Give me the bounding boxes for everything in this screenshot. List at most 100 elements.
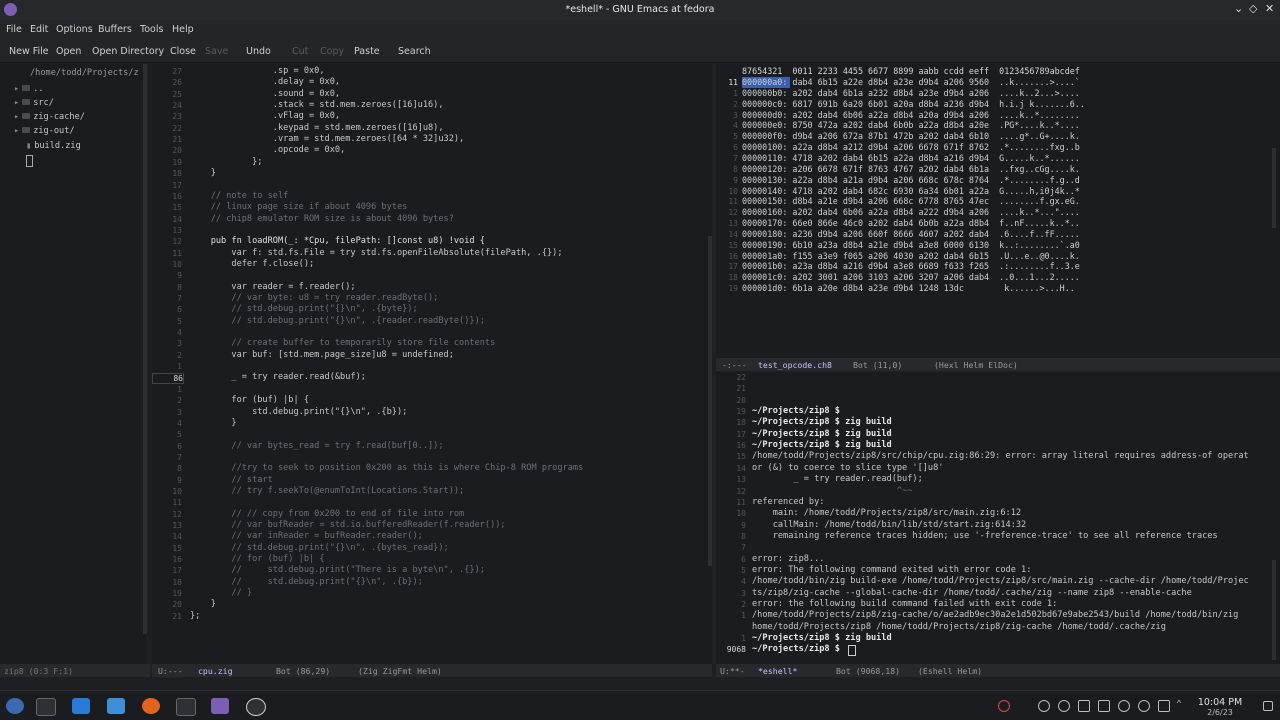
code-line: pub fn loadROM(_: *Cpu, filePath: []cons… [190,236,485,247]
line-number: 20 [736,395,746,405]
line-number: 15 [172,203,182,213]
line-number: 4 [177,328,182,338]
close-button[interactable]: Close [170,46,196,57]
folder-icon [22,127,31,133]
line-number: 11 [172,498,182,508]
app-store-icon[interactable] [72,698,90,714]
line-number: 19 [728,284,738,294]
code-line: var buf: [std.mem.page_size]u8 = undefin… [190,349,454,360]
line-number: 18 [172,577,182,587]
fedora-menu-icon[interactable] [6,698,24,714]
bluetooth-tray-icon[interactable] [1138,700,1150,712]
chevron-right-icon: ▸ [14,84,20,94]
code-line: }; [190,156,263,167]
code-editor[interactable]: 27 .sp = 0x0, 26 .delay = 0x0, 25 .sound =… [152,64,712,664]
show-desktop-icon[interactable] [1263,701,1273,711]
line-number: 10 [736,509,746,519]
code-line: // linux page size if about 4096 bytes [190,202,408,213]
media-tray-icon[interactable] [1038,700,1050,712]
firefox-icon[interactable] [142,698,160,714]
eshell-output-line: callMain: /home/todd/bin/lib/std/start.z… [752,519,1027,530]
sidebar-path: /home/todd/Projects/z [30,68,139,78]
volume-tray-icon[interactable] [1118,700,1130,712]
sidebar-scrollbar[interactable] [143,64,147,634]
sidebar-item-build-zig[interactable]: ▮ build.zig [26,141,81,151]
sidebar-item-parent[interactable]: ▸.. [14,84,44,94]
sidebar-item-src[interactable]: ▸ src/ [14,98,54,108]
line-number: 19 [736,407,746,417]
line-number: 16 [172,191,182,201]
eshell-output-line: /home/todd/bin/zig build-exe /home/todd/… [752,576,1249,587]
paste-button[interactable]: Paste [354,46,380,57]
eshell-output-line: remaining reference traces hidden; use '… [752,530,1218,541]
cut-button[interactable]: Cut [292,46,308,57]
current-code-line: _ = try reader.read(&buf); [190,372,366,383]
menu-buffers[interactable]: Buffers [98,24,132,35]
line-number: 9 [733,175,738,185]
clipboard-tray-icon[interactable] [1078,700,1090,712]
clock[interactable]: 10:04 PM 2/6/23 [1190,697,1250,717]
line-number: 16 [736,441,746,451]
menu-tools[interactable]: Tools [140,24,163,35]
line-number: 3 [741,588,746,598]
chevron-up-icon[interactable]: ⌃ [1176,699,1182,710]
clock-date: 2/6/23 [1207,708,1233,717]
copy-button[interactable]: Copy [320,46,344,57]
line-number: 9 [177,271,182,281]
hexl-row: 000000e0: 8750 472a a202 dab4 6b0b a22a … [742,120,1080,131]
obs-tray-icon[interactable] [1058,700,1070,712]
search-button[interactable]: Search [398,46,431,57]
hexl-pane[interactable]: 87654321 0011 2233 4455 6677 8899 aabb c… [716,64,1280,358]
eshell-pane[interactable]: 22 21 20 19 ~/Projects/zip8 $18 ~/Projects/zi… [716,372,1280,664]
network-tray-icon[interactable] [1158,700,1170,712]
code-line: // var bufReader = std.io.bufferedReader… [190,520,506,530]
obs-icon[interactable] [246,698,266,716]
hexl-row: 00000180: a236 d9b4 a206 660f 8666 4607 … [742,228,1080,239]
line-number: 8 [733,164,738,174]
chevron-down-icon[interactable]: ⌄ [1234,2,1243,15]
line-number: 6 [741,554,746,564]
folder-icon [22,113,31,119]
battery-tray-icon[interactable] [1098,700,1110,712]
code-line: // std.debug.print("{}\n", .{b}); [190,576,423,587]
menu-file[interactable]: File [6,24,22,35]
eshell-prompt-line: ~/Projects/zip8 $ zig build [752,428,892,439]
eshell-scrollbar[interactable] [1272,560,1276,660]
line-number: 2 [741,600,746,609]
open-directory-button[interactable]: Open Directory [92,46,164,57]
line-number: 22 [172,123,182,133]
line-number: 5 [177,316,182,326]
code-line: // var bytes_read = try f.read(buf[0..])… [190,440,444,451]
task-view-icon[interactable] [36,698,56,716]
cursor-box [26,155,33,167]
line-number: 14 [172,214,182,224]
emacs-icon[interactable] [211,698,229,714]
line-number: 13 [172,225,182,235]
line-number: 17 [736,429,746,439]
terminal-icon[interactable] [176,698,196,716]
save-button[interactable]: Save [205,46,228,57]
open-button[interactable]: Open [56,46,81,57]
line-number: 18 [172,169,182,179]
menu-options[interactable]: Options [56,24,93,35]
hexl-scrollbar[interactable] [1272,148,1276,228]
close-icon[interactable]: ✕ [1265,2,1274,15]
code-line: .opcode = 0x0, [190,145,346,156]
undo-button[interactable]: Undo [246,46,271,57]
new-file-button[interactable]: New File [9,46,49,57]
menu-edit[interactable]: Edit [30,24,48,35]
line-number: 16 [728,251,738,261]
file-manager-icon[interactable] [107,698,125,714]
line-number: 17 [728,262,738,272]
eshell-prompt-current[interactable]: ~/Projects/zip8 $ [752,644,845,655]
line-number: 3 [733,110,738,120]
update-tray-icon[interactable] [998,700,1010,712]
sidebar-item-zig-cache[interactable]: ▸ zig-cache/ [14,112,85,122]
menu-help[interactable]: Help [172,24,194,35]
line-number: 13 [736,475,746,485]
sidebar-item-zig-out[interactable]: ▸ zig-out/ [14,126,75,136]
maximize-icon[interactable]: ◇ [1249,2,1257,15]
eshell-output-line: _ = try reader.read(buf); [752,474,923,485]
eshell-prompt-line: ~/Projects/zip8 $ [752,406,840,417]
line-number: 4 [733,121,738,131]
